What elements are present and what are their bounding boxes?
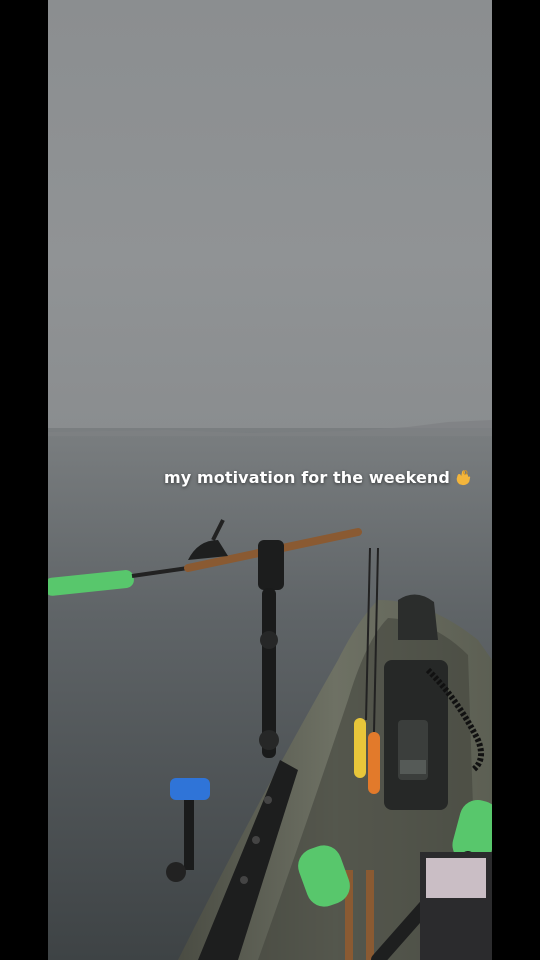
- rod-holder-head: [258, 540, 284, 590]
- yellow-float: [354, 718, 366, 778]
- caption-text: my motivation for the weekend: [164, 468, 450, 487]
- camera-mount: [170, 778, 210, 800]
- right-letterbox: [492, 0, 540, 960]
- foggy-sky: [48, 0, 492, 432]
- video-frame[interactable]: my motivation for the weekend: [48, 0, 492, 960]
- hand-ok-emoji-icon: [456, 470, 471, 486]
- left-letterbox: [0, 0, 48, 960]
- video-caption: my motivation for the weekend: [48, 468, 492, 487]
- fish-finder-mount: [398, 594, 438, 640]
- orange-float: [368, 732, 380, 794]
